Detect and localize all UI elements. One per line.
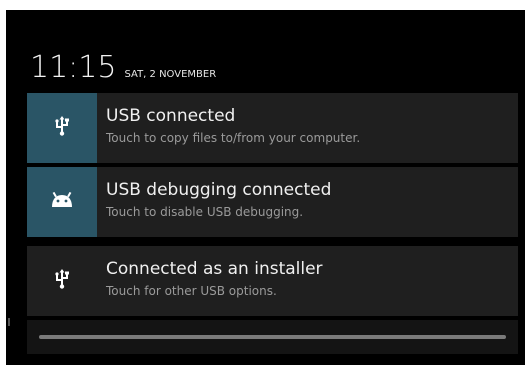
usb-icon [54, 269, 70, 293]
usb-icon [54, 116, 70, 140]
notification-subtitle: Touch for other USB options. [106, 284, 277, 298]
notification-title: USB debugging connected [106, 180, 332, 200]
android-icon [50, 191, 74, 212]
notification-usb-connected[interactable]: USB connected Touch to copy files to/fro… [27, 93, 518, 163]
notification-subtitle: Touch to copy files to/from your compute… [106, 131, 361, 145]
notification-icon-box [27, 93, 97, 163]
edge-mark [8, 318, 10, 326]
notification-subtitle: Touch to disable USB debugging. [106, 205, 304, 219]
drag-handle-bar[interactable] [39, 335, 506, 339]
clock-date: SAT, 2 NOVEMBER [124, 69, 217, 80]
notification-icon-box [27, 246, 97, 316]
shade-header: 11:15 SAT, 2 NOVEMBER [30, 50, 216, 86]
notification-usb-debugging[interactable]: USB debugging connected Touch to disable… [27, 167, 518, 237]
notification-icon-box [27, 167, 97, 237]
notification-connected-installer[interactable]: Connected as an installer Touch for othe… [27, 246, 518, 316]
clock-time: 11:15 [30, 50, 117, 85]
shade-drag-handle-area[interactable] [27, 320, 518, 354]
notification-title: Connected as an installer [106, 259, 323, 279]
notification-title: USB connected [106, 106, 236, 126]
